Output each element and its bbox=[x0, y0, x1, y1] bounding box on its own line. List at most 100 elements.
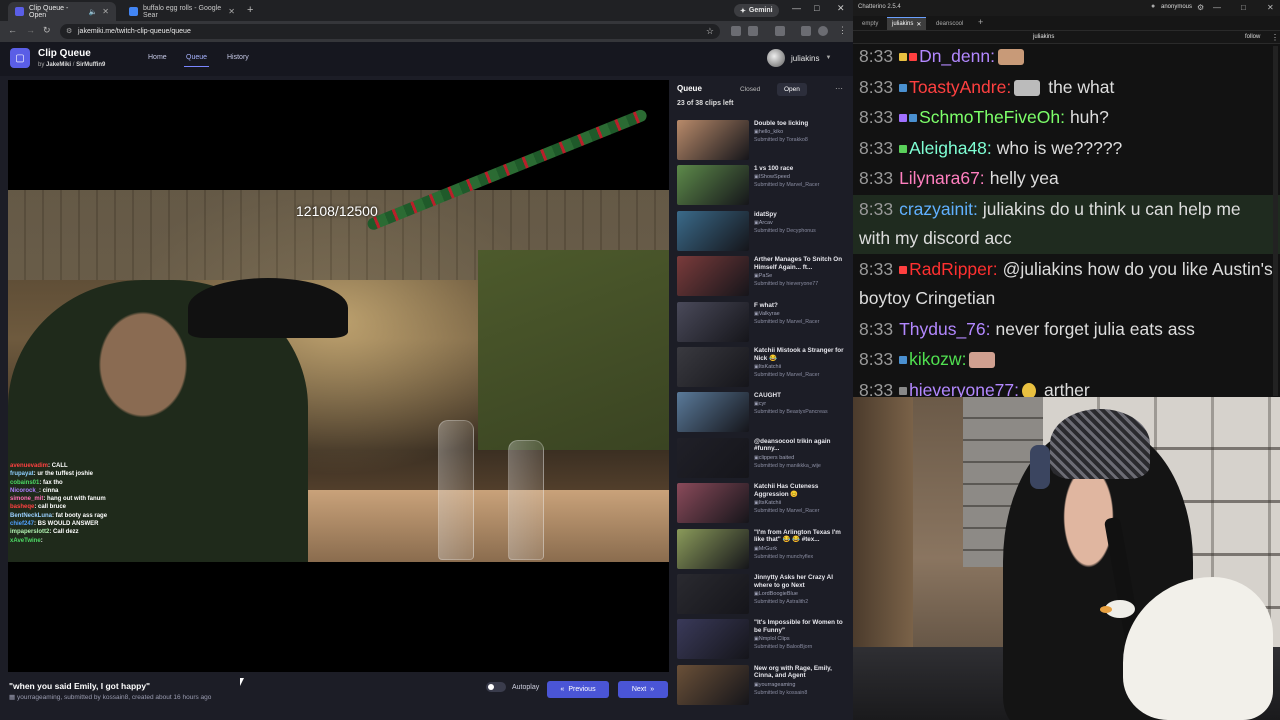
queue-item-submitter: Submitted by Astralith2 bbox=[754, 599, 809, 605]
add-tab-icon[interactable]: + bbox=[978, 17, 983, 27]
minimize-icon[interactable]: — bbox=[792, 3, 801, 13]
gemini-button[interactable]: ✦ Gemini bbox=[734, 4, 779, 17]
back-icon[interactable]: ← bbox=[8, 25, 17, 35]
message-username[interactable]: Thydus_76: bbox=[899, 319, 990, 339]
address-bar[interactable]: ⚙ jakemiki.me/twitch-clip-queue/queue ☆ bbox=[60, 24, 720, 39]
close-tab-icon[interactable]: ✕ bbox=[916, 21, 921, 28]
queue-item-submitter: Submitted by kossain8 bbox=[754, 689, 808, 696]
queue-item[interactable]: Katchii Has Cuteness Aggression 😊 ItsKatc… bbox=[677, 483, 853, 525]
reload-icon[interactable]: ↻ bbox=[43, 25, 51, 36]
author-link[interactable]: SirMuffin9 bbox=[76, 62, 105, 68]
chat-message: 8:33 kikozw: bbox=[853, 345, 1280, 375]
message-text: arther bbox=[1044, 379, 1090, 398]
next-button[interactable]: Next » bbox=[618, 681, 668, 698]
queue-item[interactable]: Jinnytty Asks her Crazy AI where to go N… bbox=[677, 574, 853, 616]
menu-dots-icon[interactable]: ⋮ bbox=[1271, 33, 1279, 42]
account-name[interactable]: anonymous bbox=[1161, 4, 1192, 10]
close-window-icon[interactable]: ✕ bbox=[837, 3, 845, 14]
queue-item-title: New org with Rage, Emily, Cinna, and Age… bbox=[754, 664, 832, 680]
browser-tab-google[interactable]: buffalo egg rolls - Google Sear ✕ bbox=[122, 2, 242, 21]
close-tab-icon[interactable]: ✕ bbox=[102, 7, 109, 16]
queue-item[interactable]: 1 vs 100 raceIShowSpeed Submitted by Marv… bbox=[677, 165, 853, 207]
browser-tab-clip-queue[interactable]: Clip Queue - Open 🔈 ✕ bbox=[8, 2, 116, 21]
previous-button[interactable]: « Previous bbox=[547, 681, 609, 698]
overlay-chat-user: impaperslott2 bbox=[10, 529, 50, 536]
minimize-icon[interactable]: — bbox=[1213, 3, 1221, 12]
new-tab-icon[interactable]: + bbox=[247, 4, 253, 16]
message-username[interactable]: crazyainit: bbox=[899, 199, 978, 219]
queue-item[interactable]: Double toe licking hello_kiko Submitted by… bbox=[677, 120, 853, 162]
extension-icon[interactable] bbox=[801, 26, 811, 36]
app-logo-icon[interactable]: ▢ bbox=[10, 48, 30, 68]
extension-icon[interactable] bbox=[731, 26, 741, 36]
extension-icon[interactable] bbox=[775, 26, 785, 36]
forward-icon[interactable]: → bbox=[26, 25, 35, 35]
message-text: helly yea bbox=[989, 168, 1059, 188]
clip-thumbnail bbox=[677, 574, 749, 614]
clip-player[interactable]: 12108/12500 avenuevadim: CALL frupayat: u… bbox=[8, 80, 669, 672]
message-timestamp: 8:33 bbox=[859, 379, 894, 398]
nav-queue[interactable]: Queue bbox=[183, 54, 210, 67]
profile-avatar-icon[interactable] bbox=[818, 26, 828, 36]
menu-dots-icon[interactable]: ⋮ bbox=[838, 25, 847, 36]
autoplay-toggle[interactable]: Autoplay bbox=[486, 682, 539, 692]
toggle-switch[interactable] bbox=[486, 682, 506, 692]
maximize-icon[interactable]: □ bbox=[814, 3, 819, 13]
mute-icon[interactable]: 🔈 bbox=[89, 8, 98, 16]
nav-home[interactable]: Home bbox=[148, 54, 167, 61]
emote-icon bbox=[969, 352, 996, 369]
nav-history[interactable]: History bbox=[227, 54, 249, 61]
close-tab-icon[interactable]: ✕ bbox=[228, 7, 235, 16]
bookmark-star-icon[interactable]: ☆ bbox=[706, 26, 714, 37]
queue-item[interactable]: Katchii Mistook a Stranger for Nick 😂 Its… bbox=[677, 347, 853, 389]
author-link[interactable]: JakeMiki bbox=[46, 62, 71, 68]
queue-item[interactable]: idatSpy ArcavSubmitted by Decyphonus bbox=[677, 210, 853, 253]
tab-empty[interactable]: empty bbox=[857, 17, 883, 30]
close-window-icon[interactable]: ✕ bbox=[1267, 3, 1274, 12]
queue-item[interactable]: "I'm from Arlington Texas I'm like that"… bbox=[677, 528, 853, 571]
message-username[interactable]: hieveryone77: bbox=[909, 380, 1019, 398]
extension-icon[interactable] bbox=[748, 26, 758, 36]
message-username[interactable]: Aleigha48: bbox=[909, 138, 992, 158]
message-timestamp: 8:33 bbox=[859, 258, 894, 279]
message-text: never forget julia eats ass bbox=[995, 318, 1195, 339]
tab-juliakins[interactable]: juliakins ✕ bbox=[887, 17, 927, 30]
follow-button[interactable]: follow bbox=[1245, 34, 1260, 40]
message-username[interactable]: RadRipper: bbox=[909, 259, 998, 279]
user-menu[interactable]: juliakins ▼ bbox=[767, 49, 831, 67]
queue-item-submitter: Submitted by hieveryone77 bbox=[754, 281, 819, 288]
clip-thumbnail bbox=[677, 619, 749, 660]
message-username[interactable]: Dn_denn: bbox=[919, 46, 995, 66]
queue-item-channel: cyr bbox=[754, 401, 766, 407]
queue-item[interactable]: New org with Rage, Emily, Cinna, and Age… bbox=[677, 664, 853, 707]
overlay-chat-text: : cinna bbox=[39, 487, 59, 494]
badge-icon bbox=[899, 83, 908, 92]
queue-closed-toggle[interactable]: Closed bbox=[733, 83, 767, 96]
queue-item[interactable]: @deansocool trikin again #funny... clippe… bbox=[677, 437, 853, 480]
queue-item[interactable]: "It's Impossible for Women to be Funny" N… bbox=[677, 619, 853, 661]
clip-queue-app: ▢ Clip Queue by JakeMiki / SirMuffin9 Ho… bbox=[0, 42, 853, 720]
clip-thumbnail bbox=[677, 210, 749, 251]
queue-item[interactable]: Arther Manages To Snitch On Himself Agai… bbox=[677, 256, 853, 298]
chat-message: 8:33 ToastyAndre: the what bbox=[853, 73, 1280, 103]
queue-item-channel: ItsKatchii bbox=[754, 364, 781, 370]
autoplay-label: Autoplay bbox=[512, 683, 540, 691]
site-info-icon[interactable]: ⚙ bbox=[66, 27, 72, 35]
queue-item-submitter: Submitted by Marvel_Racer bbox=[754, 318, 820, 325]
queue-item[interactable]: CAUGHTcyr Submitted by BeastyxPancreas bbox=[677, 392, 853, 434]
queue-open-toggle[interactable]: Open bbox=[777, 83, 807, 96]
queue-item-title: Arther Manages To Snitch On Himself Agai… bbox=[754, 256, 843, 271]
chat-scrollbar[interactable] bbox=[1273, 46, 1278, 396]
queue-item[interactable]: F what? ValkyraeSubmitted by Marvel_Racer bbox=[677, 301, 853, 344]
message-timestamp: 8:33 bbox=[859, 349, 894, 369]
maximize-icon[interactable]: □ bbox=[1241, 3, 1246, 12]
message-username[interactable]: kikozw: bbox=[909, 349, 966, 369]
message-username[interactable]: ToastyAndre: bbox=[909, 77, 1011, 97]
settings-gear-icon[interactable]: ⚙ bbox=[1197, 3, 1204, 12]
message-username[interactable]: SchmoTheFiveOh: bbox=[919, 107, 1065, 127]
channel-link[interactable]: yourrageaming bbox=[17, 694, 60, 701]
more-options-icon[interactable]: ⋯ bbox=[835, 84, 843, 93]
tab-deanscool[interactable]: deanscool bbox=[931, 17, 968, 30]
message-username[interactable]: Lilynara67: bbox=[899, 168, 985, 188]
app-title: Clip Queue bbox=[38, 48, 91, 59]
